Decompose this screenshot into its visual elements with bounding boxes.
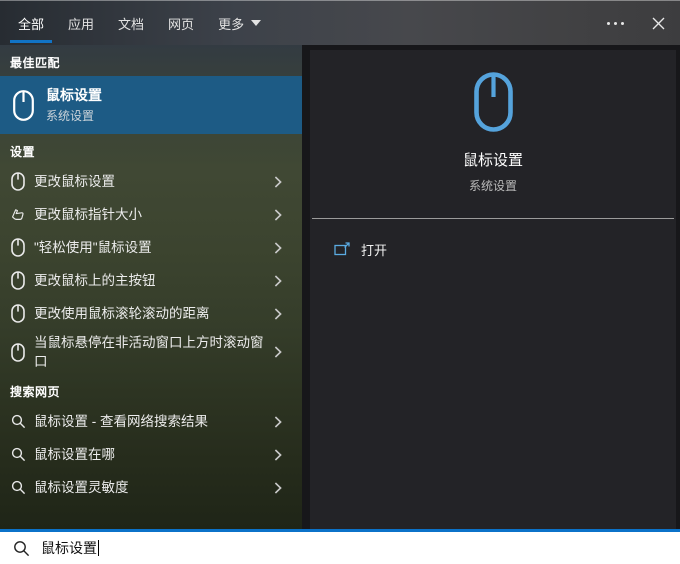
filter-tab[interactable]: 应用 — [60, 1, 102, 45]
best-match-title: 鼠标设置 — [46, 86, 102, 104]
result-item-label: 鼠标设置 - 查看网络搜索结果 — [34, 412, 274, 431]
search-filter-tabs: 全部 应用 文档 网页 更多 — [6, 1, 273, 45]
search-icon — [6, 480, 30, 495]
touch-pointer-icon — [6, 207, 30, 222]
web-result-item[interactable]: 鼠标设置在哪 — [0, 438, 302, 471]
search-input-value: 鼠标设置 — [41, 538, 97, 558]
settings-result-item[interactable]: 更改使用鼠标滚轮滚动的距离 — [0, 297, 302, 330]
web-result-item[interactable]: 鼠标设置灵敏度 — [0, 471, 302, 504]
chevron-right-icon — [274, 242, 282, 254]
mouse-icon — [6, 343, 30, 362]
result-item-label: 当鼠标悬停在非活动窗口上方时滚动窗口 — [34, 333, 274, 371]
search-icon — [6, 447, 30, 462]
chevron-right-icon — [274, 176, 282, 188]
mouse-icon — [13, 90, 34, 121]
result-item-label: 鼠标设置在哪 — [34, 445, 274, 464]
preview-subtitle: 系统设置 — [469, 177, 517, 194]
divider — [312, 218, 674, 219]
open-action-label: 打开 — [361, 240, 387, 259]
mouse-icon — [6, 271, 30, 290]
filter-tab[interactable]: 网页 — [160, 1, 202, 45]
search-results-panel: 最佳匹配 鼠标设置 系统设置 设置 更改鼠标设置 — [0, 45, 302, 529]
mouse-icon — [6, 172, 30, 191]
preview-card: 鼠标设置 系统设置 打开 — [310, 50, 676, 529]
best-match-result[interactable]: 鼠标设置 系统设置 — [0, 76, 302, 134]
filter-tab-label: 全部 — [18, 14, 44, 33]
web-result-list: 鼠标设置 - 查看网络搜索结果 鼠标设置在哪 鼠标设置灵敏度 — [0, 405, 302, 504]
search-input[interactable]: 鼠标设置 — [0, 532, 680, 564]
best-match-text: 鼠标设置 系统设置 — [46, 86, 102, 124]
dropdown-arrow-icon — [251, 20, 261, 26]
settings-section-header: 设置 — [0, 134, 302, 165]
web-result-item[interactable]: 鼠标设置 - 查看网络搜索结果 — [0, 405, 302, 438]
filter-tab-label: 文档 — [118, 14, 144, 33]
best-match-subtitle: 系统设置 — [46, 107, 102, 124]
topbar-actions — [607, 17, 665, 30]
mouse-icon — [6, 304, 30, 323]
web-section-header: 搜索网页 — [0, 374, 302, 405]
chevron-right-icon — [274, 416, 282, 428]
filter-tab[interactable]: 文档 — [110, 1, 152, 45]
close-icon[interactable] — [652, 17, 665, 30]
best-match-header: 最佳匹配 — [0, 45, 302, 76]
preview-region: 鼠标设置 系统设置 打开 — [302, 45, 680, 529]
settings-result-item[interactable]: "轻松使用"鼠标设置 — [0, 231, 302, 264]
settings-result-item[interactable]: 更改鼠标指针大小 — [0, 198, 302, 231]
chevron-right-icon — [274, 308, 282, 320]
preview-title: 鼠标设置 — [463, 149, 523, 170]
settings-result-item[interactable]: 当鼠标悬停在非活动窗口上方时滚动窗口 — [0, 330, 302, 374]
chevron-right-icon — [274, 209, 282, 221]
result-item-label: 更改鼠标上的主按钮 — [34, 271, 274, 290]
result-item-label: "轻松使用"鼠标设置 — [34, 238, 274, 257]
chevron-right-icon — [274, 275, 282, 287]
filter-tab-label: 网页 — [168, 14, 194, 33]
search-icon — [13, 540, 30, 557]
result-item-label: 鼠标设置灵敏度 — [34, 478, 274, 497]
open-in-window-icon — [334, 242, 350, 256]
filter-tab[interactable]: 全部 — [10, 1, 52, 45]
more-options-icon[interactable] — [607, 22, 624, 25]
result-item-label: 更改鼠标指针大小 — [34, 205, 274, 224]
search-icon — [6, 414, 30, 429]
text-caret — [98, 540, 99, 556]
settings-result-list: 更改鼠标设置 更改鼠标指针大小 "轻松使用"鼠标设置 — [0, 165, 302, 374]
filter-tab-label: 更多 — [218, 14, 244, 33]
mouse-icon — [474, 72, 513, 132]
settings-result-item[interactable]: 更改鼠标上的主按钮 — [0, 264, 302, 297]
windows-search-flyout: 全部 应用 文档 网页 更多 — [0, 0, 680, 564]
filter-tab[interactable]: 更多 — [210, 1, 269, 45]
filter-tab-label: 应用 — [68, 14, 94, 33]
chevron-right-icon — [274, 482, 282, 494]
result-item-label: 更改使用鼠标滚轮滚动的距离 — [34, 304, 274, 323]
search-filter-bar: 全部 应用 文档 网页 更多 — [0, 0, 680, 45]
mouse-icon — [6, 238, 30, 257]
result-item-label: 更改鼠标设置 — [34, 172, 274, 191]
open-action[interactable]: 打开 — [310, 233, 676, 265]
settings-result-item[interactable]: 更改鼠标设置 — [0, 165, 302, 198]
chevron-right-icon — [274, 449, 282, 461]
chevron-right-icon — [274, 346, 282, 358]
